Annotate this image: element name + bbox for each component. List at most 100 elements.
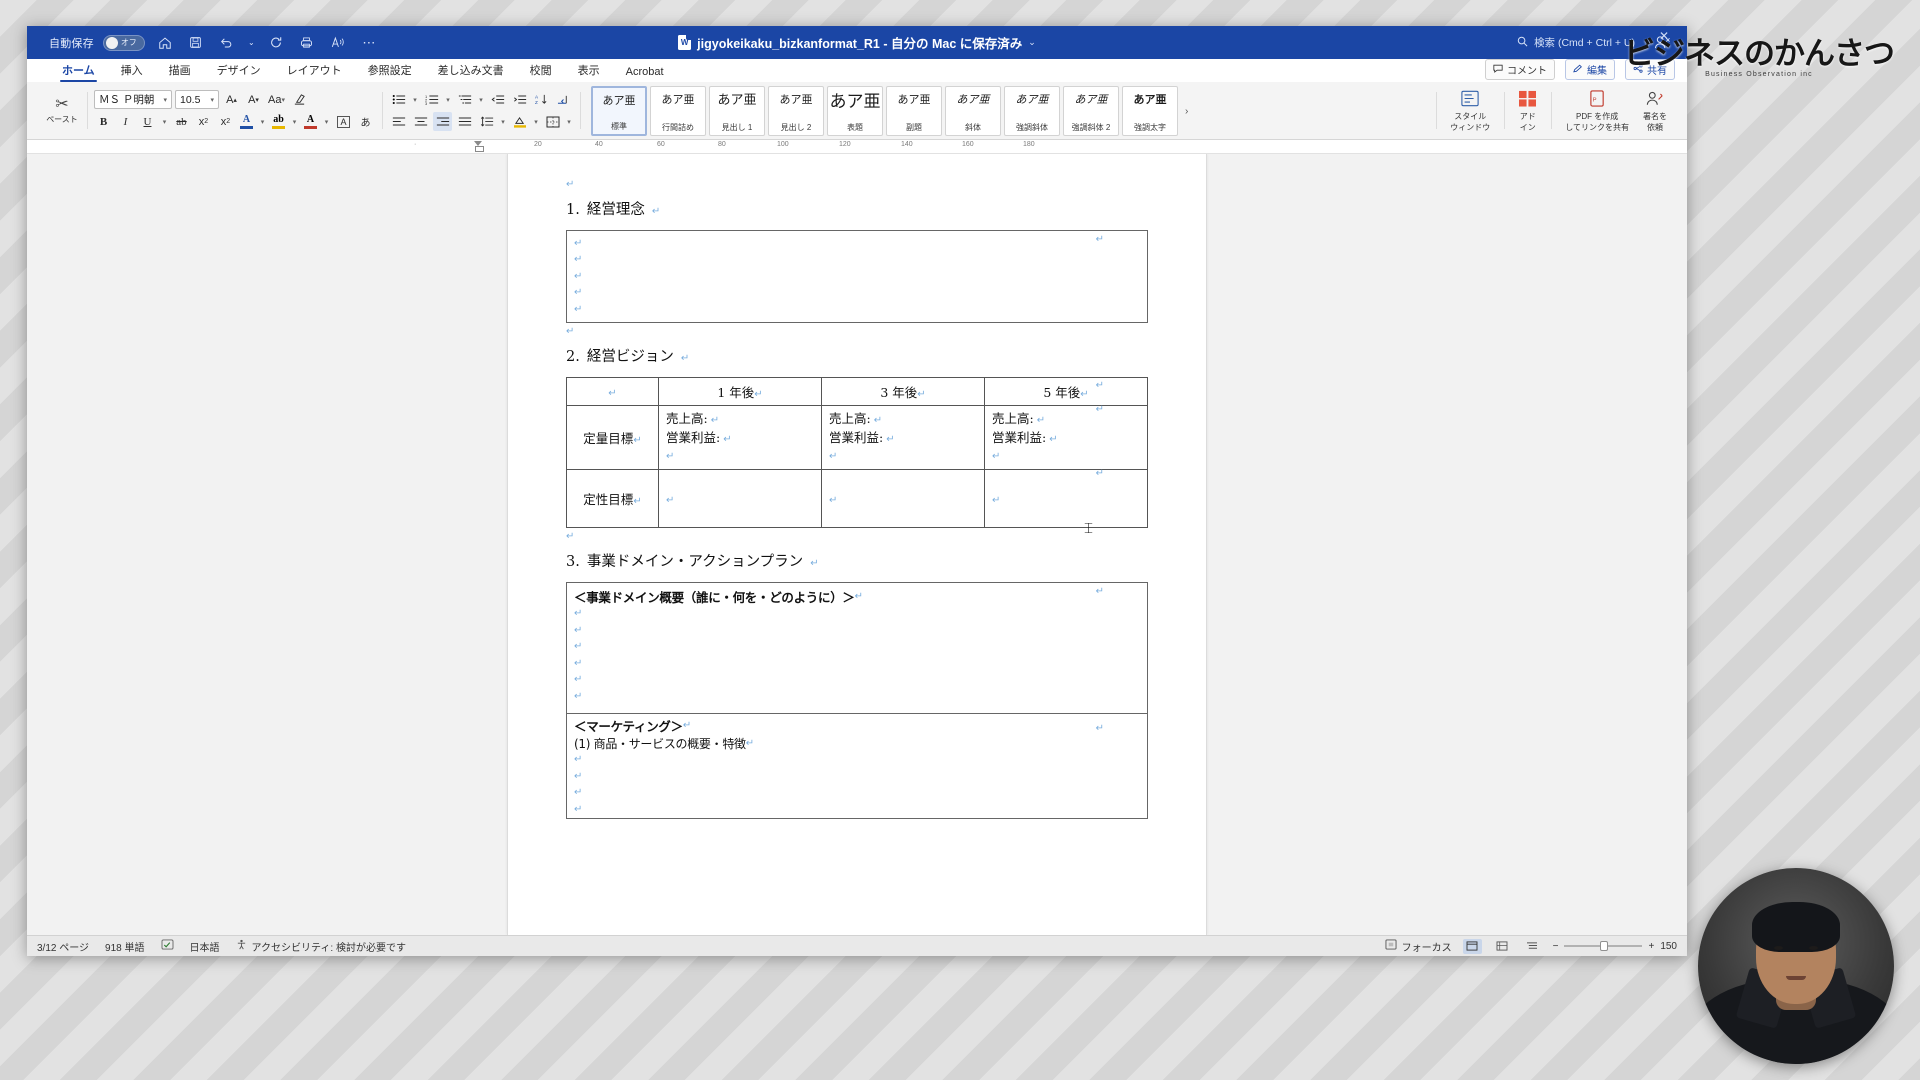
create-pdf-share-link-button[interactable]: P PDF を作成 してリンクを共有 <box>1558 89 1636 132</box>
cell-quantitative-year1[interactable]: 売上高: ↵ 営業利益: ↵ ↵ <box>658 404 822 470</box>
zoom-track[interactable] <box>1564 941 1643 951</box>
numbered-list-dropdown-icon[interactable]: ▾ <box>444 90 452 109</box>
paste-button[interactable]: ✂ ペースト <box>44 96 80 125</box>
document-canvas[interactable]: ↵ 1. 経営理念 ↵ ↵ ↵ ↵ ↵ ↵ ↵ ↵ 2. 経営ビジョン ↵ ↵ … <box>27 154 1687 935</box>
style-card-emphasis-italic[interactable]: あア亜 強調斜体 <box>1004 86 1060 136</box>
borders-button[interactable] <box>543 112 562 131</box>
character-border-button[interactable]: A <box>334 112 353 131</box>
zoom-out-button[interactable]: − <box>1553 941 1559 952</box>
styles-pane-button[interactable]: スタイル ウィンドウ <box>1443 90 1497 132</box>
style-card-heading2[interactable]: あア亜 見出し 2 <box>768 86 824 136</box>
save-icon[interactable] <box>185 32 207 54</box>
style-card-italic[interactable]: あア亜 斜体 <box>945 86 1001 136</box>
business-domain-box[interactable]: ＜事業ドメイン概要（誰に・何を・どのように）＞ ↵ ↵ ↵ ↵ ↵ ↵ ↵ ＜マ… <box>566 581 1148 819</box>
cell-quantitative-year5[interactable]: 売上高: ↵ 営業利益: ↵ ↵ <box>984 404 1148 470</box>
tab-acrobat[interactable]: Acrobat <box>613 64 677 82</box>
font-name-combo[interactable]: ＭＳ Ｐ明朝 ▾ <box>94 90 172 109</box>
home-icon[interactable] <box>154 32 176 54</box>
borders-dropdown-icon[interactable]: ▾ <box>565 112 573 131</box>
bulleted-list-button[interactable] <box>389 90 408 109</box>
read-aloud-icon[interactable] <box>327 32 349 54</box>
title-dropdown-icon[interactable]: ⌄ <box>1028 37 1036 48</box>
outline-view-button[interactable] <box>1523 939 1542 954</box>
language-indicator[interactable]: 日本語 <box>190 939 220 954</box>
style-card-heading1[interactable]: あア亜 見出し 1 <box>709 86 765 136</box>
tab-design[interactable]: デザイン <box>204 60 274 82</box>
tab-view[interactable]: 表示 <box>565 60 613 82</box>
font-color-button[interactable]: A <box>302 112 319 131</box>
numbered-list-button[interactable]: 123 <box>422 90 441 109</box>
line-spacing-button[interactable] <box>477 112 496 131</box>
tab-references[interactable]: 参照設定 <box>355 60 425 82</box>
font-color-dropdown-icon[interactable]: ▾ <box>322 112 331 131</box>
cell-qualitative-year3[interactable]: ↵ <box>821 468 985 528</box>
philosophy-box[interactable]: ↵ ↵ ↵ ↵ ↵ <box>566 230 1148 323</box>
page-indicator[interactable]: 3/12 ページ <box>37 939 89 954</box>
shading-dropdown-icon[interactable]: ▾ <box>532 112 540 131</box>
superscript-button[interactable]: x2 <box>216 112 235 131</box>
font-size-combo[interactable]: 10.5 ▾ <box>175 90 219 109</box>
request-signature-button[interactable]: 署名を 依頼 <box>1636 90 1674 132</box>
more-options-icon[interactable]: ⋯ <box>358 32 380 54</box>
indent-marker[interactable] <box>474 141 484 152</box>
zoom-slider[interactable]: − + 150 <box>1553 941 1677 952</box>
style-card-title[interactable]: あア亜 表題 <box>827 86 883 136</box>
tab-home[interactable]: ホーム <box>49 60 108 82</box>
comments-button[interactable]: コメント <box>1485 59 1555 80</box>
shading-button[interactable] <box>510 112 529 131</box>
justify-button[interactable] <box>455 112 474 131</box>
bold-button[interactable]: B <box>94 112 113 131</box>
styles-gallery-more-button[interactable]: › <box>1181 86 1192 136</box>
style-card-emphasis-bold[interactable]: あア亜 強調太字 <box>1122 86 1178 136</box>
italic-button[interactable]: I <box>116 112 135 131</box>
change-case-button[interactable]: Aa ▾ <box>266 90 287 109</box>
multilevel-list-dropdown-icon[interactable]: ▾ <box>477 90 485 109</box>
tab-draw[interactable]: 描画 <box>156 60 204 82</box>
cell-qualitative-year5[interactable]: ↵ <box>984 468 1148 528</box>
word-count[interactable]: 918 単語 <box>105 939 144 954</box>
text-effects-dropdown-icon[interactable]: ▾ <box>258 112 267 131</box>
addins-button[interactable]: アド イン <box>1511 90 1544 132</box>
style-card-subtitle[interactable]: あア亜 副題 <box>886 86 942 136</box>
autosave-toggle[interactable]: オフ <box>102 34 145 51</box>
tab-review[interactable]: 校閲 <box>517 60 565 82</box>
focus-mode-button[interactable]: フォーカス <box>1385 939 1452 954</box>
align-center-button[interactable] <box>411 112 430 131</box>
align-left-button[interactable] <box>389 112 408 131</box>
sort-button[interactable]: AZ <box>532 90 551 109</box>
ruler[interactable]: · 20 40 60 80 100 120 140 160 180 <box>27 140 1687 154</box>
underline-button[interactable]: U <box>138 112 157 131</box>
accessibility-status[interactable]: アクセシビリティ: 検討が必要です <box>236 939 406 954</box>
cell-quantitative-year3[interactable]: 売上高: ↵ 営業利益: ↵ ↵ <box>821 404 985 470</box>
cell-qualitative-year1[interactable]: ↵ <box>658 468 822 528</box>
align-right-button[interactable] <box>433 112 452 131</box>
tab-insert[interactable]: 挿入 <box>108 60 156 82</box>
subscript-button[interactable]: x2 <box>194 112 213 131</box>
tab-layout[interactable]: レイアウト <box>274 60 355 82</box>
document-page[interactable]: ↵ 1. 経営理念 ↵ ↵ ↵ ↵ ↵ ↵ ↵ ↵ 2. 経営ビジョン ↵ ↵ … <box>507 154 1207 935</box>
proofing-status[interactable] <box>161 939 174 953</box>
phonetic-guide-button[interactable]: あ <box>356 112 375 131</box>
style-card-standard[interactable]: あア亜 標準 <box>591 86 647 136</box>
strikethrough-button[interactable]: ab <box>172 112 191 131</box>
show-formatting-marks-button[interactable] <box>554 90 573 109</box>
highlight-button[interactable]: ab <box>270 112 287 131</box>
underline-dropdown-icon[interactable]: ▾ <box>160 112 169 131</box>
text-effects-button[interactable]: A <box>238 112 255 131</box>
print-layout-view-button[interactable] <box>1462 938 1482 954</box>
undo-icon[interactable] <box>216 32 238 54</box>
shrink-font-button[interactable]: A ▾ <box>244 90 263 109</box>
line-spacing-dropdown-icon[interactable]: ▾ <box>499 112 507 131</box>
multilevel-list-button[interactable] <box>455 90 474 109</box>
increase-indent-button[interactable] <box>510 90 529 109</box>
style-card-emphasis-italic2[interactable]: あア亜 強調斜体 2 <box>1063 86 1119 136</box>
search-box[interactable]: 検索 (Cmd + Ctrl + U) <box>1517 35 1635 50</box>
bulleted-list-dropdown-icon[interactable]: ▾ <box>411 90 419 109</box>
tab-mailings[interactable]: 差し込み文書 <box>425 60 517 82</box>
style-card-no-spacing[interactable]: あア亜 行間詰め <box>650 86 706 136</box>
decrease-indent-button[interactable] <box>488 90 507 109</box>
zoom-in-button[interactable]: + <box>1648 941 1654 952</box>
clear-formatting-button[interactable] <box>290 90 309 109</box>
print-icon[interactable] <box>296 32 318 54</box>
redo-icon[interactable] <box>265 32 287 54</box>
